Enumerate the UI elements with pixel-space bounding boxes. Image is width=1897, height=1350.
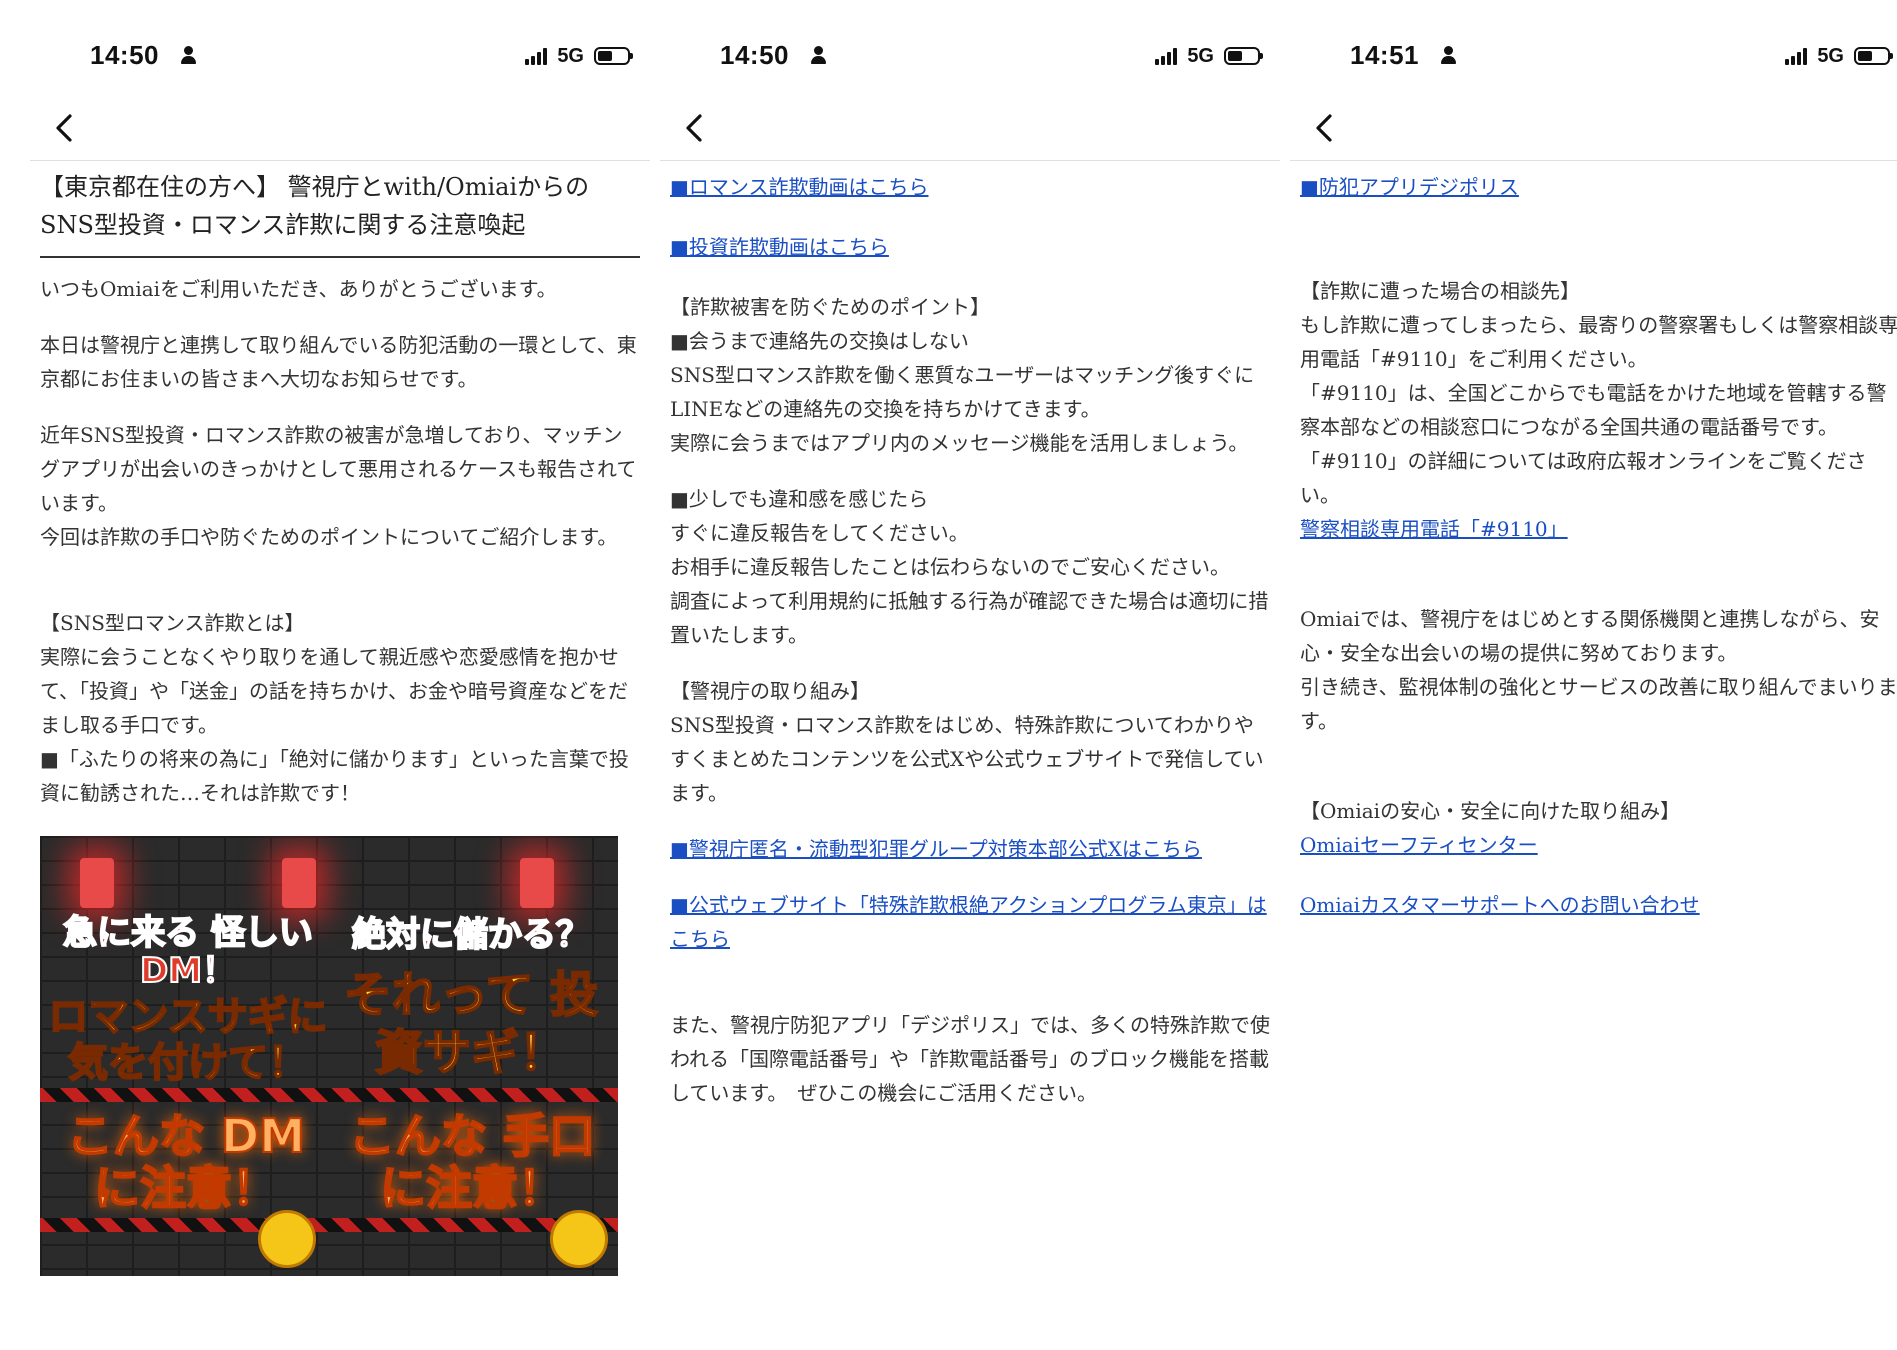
status-time: 14:51 [1350, 40, 1419, 70]
section-heading-police: 【警視庁の取り組み】 [670, 679, 870, 703]
intro-text: 本日は警視庁と連携して取り組んでいる防犯活動の一環として、東京都にお住まいの皆さ… [40, 333, 637, 391]
signal-icon [1155, 47, 1178, 65]
consult-text-2: 「#9110」は、全国どこからでも電話をかけた地域を管轄する警察本部などの相談窓… [1300, 381, 1887, 439]
person-icon [180, 46, 196, 66]
person-icon [1440, 46, 1456, 66]
article-body: ■防犯アプリデジポリス 【詐欺に遭った場合の相談先】 もし詐欺に遭ってしまったら… [1300, 170, 1897, 922]
header-divider [660, 160, 1280, 161]
section-heading-points: 【詐欺被害を防ぐためのポイント】 [670, 295, 990, 319]
banner-text-right-bottom: こんな 手口に注意！ [348, 1109, 596, 1215]
status-bar: 14:51 5G [1350, 40, 1893, 76]
point1-heading: ■会うまで連絡先の交換はしない [670, 329, 969, 353]
status-bar: 14:50 5G [720, 40, 1263, 76]
sns-warning: ■「ふたりの将来の為に」「絶対に儲かります」といった言葉で投資に勧誘された…それ… [40, 747, 629, 805]
section-heading-consult: 【詐欺に遭った場合の相談先】 [1300, 279, 1580, 303]
article-body: 【東京都在住の方へ】 警視庁とwith/Omiaiからの SNS型投資・ロマンス… [40, 168, 640, 1276]
chevron-left-icon [686, 114, 702, 142]
status-time: 14:50 [720, 40, 789, 70]
screenshot-panel-2: 14:50 5G ■ロマンス詐欺動画はこちら ■投資詐欺動画はこちら 【詐欺被害… [660, 0, 1280, 1350]
chevron-left-icon [1316, 114, 1332, 142]
header-divider [1290, 160, 1897, 161]
banner-text-left-top: 急に来る 怪しいDM！ [62, 913, 314, 991]
banner-text-left-bottom: こんな DMに注意！ [66, 1109, 306, 1215]
greeting-text: いつもOmiaiをご利用いただき、ありがとうございます。 [40, 277, 557, 301]
section-heading-sns: 【SNS型ロマンス詐欺とは】 [40, 611, 305, 635]
investment-video-link[interactable]: ■投資詐欺動画はこちら [670, 235, 889, 259]
status-time: 14:50 [90, 40, 159, 70]
chevron-left-icon [56, 114, 72, 142]
screenshot-panel-3: 14:51 5G ■防犯アプリデジポリス 【詐欺に遭った場合の相談先】 もし詐欺… [1290, 0, 1897, 1350]
point2-heading: ■少しでも違和感を感じたら [670, 487, 929, 511]
police-9110-link[interactable]: 警察相談専用電話「#9110」 [1300, 517, 1568, 541]
customer-support-link[interactable]: Omiaiカスタマーサポートへのお問い合わせ [1300, 893, 1700, 917]
police-website-link[interactable]: ■公式ウェブサイト「特殊詐欺根絶アクションプログラム東京」はこちら [670, 893, 1267, 951]
omiai-commitment-1: Omiaiでは、警視庁をはじめとする関係機関と連携しながら、安心・安全な出会いの… [1300, 607, 1880, 665]
point1-body-2: 実際に会うまではアプリ内のメッセージ機能を活用しましょう。 [670, 431, 1249, 455]
point2-body-2: お相手に違反報告したことは伝わらないのでご安心ください。 [670, 555, 1230, 579]
banner-text-left-mid: ロマンスサギに 気を付けて！ [47, 993, 328, 1087]
point2-body-3: 調査によって利用規約に抵触する行為が確認できた場合は適切に措置いたします。 [670, 589, 1269, 647]
network-label: 5G [1817, 44, 1844, 67]
consult-text-1: もし詐欺に遭ってしまったら、最寄りの警察署もしくは警察相談専用電話「#9110」… [1300, 313, 1897, 371]
point1-body: SNS型ロマンス詐欺を働く悪質なユーザーはマッチング後すぐにLINEなどの連絡先… [670, 363, 1255, 421]
back-button[interactable] [50, 110, 80, 146]
safety-center-link[interactable]: Omiaiセーフティセンター [1300, 833, 1538, 857]
sns-description: 実際に会うことなくやり取りを通して親近感や恋愛感情を抱かせて、「投資」や「送金」… [40, 645, 628, 737]
omiai-commitment-2: 引き続き、監視体制の強化とサービスの改善に取り組んでまいります。 [1300, 675, 1897, 733]
signal-icon [525, 47, 548, 65]
romance-video-link[interactable]: ■ロマンス詐欺動画はこちら [670, 175, 929, 199]
police-body: SNS型投資・ロマンス詐欺をはじめ、特殊詐欺についてわかりやすくまとめたコンテン… [670, 713, 1264, 805]
purpose-text: 今回は詐欺の手口や防ぐためのポイントについてご紹介します。 [40, 525, 618, 549]
person-icon [810, 46, 826, 66]
network-label: 5G [1187, 44, 1214, 67]
mascot-image [550, 1210, 608, 1268]
trend-text: 近年SNS型投資・ロマンス詐欺の被害が急増しており、マッチングアプリが出会いのき… [40, 423, 637, 515]
mascot-image [258, 1210, 316, 1268]
banner-text-right-top: 絶対に儲かる？ [351, 915, 591, 955]
network-label: 5G [557, 44, 584, 67]
point2-body-1: すぐに違反報告をしてください。 [670, 521, 969, 545]
digipolice-app-link[interactable]: ■防犯アプリデジポリス [1300, 175, 1519, 199]
battery-icon [594, 47, 633, 65]
digipolice-app-text: また、警視庁防犯アプリ「デジポリス」では、多くの特殊詐欺で使われる「国際電話番号… [670, 1013, 1270, 1105]
warning-banner-image: 急に来る 怪しいDM！ ロマンスサギに 気を付けて！ 絶対に儲かる？ それって … [40, 836, 618, 1276]
header-divider [30, 160, 650, 161]
status-bar: 14:50 5G [90, 40, 633, 76]
back-button[interactable] [1310, 110, 1340, 146]
battery-icon [1224, 47, 1263, 65]
section-heading-safety: 【Omiaiの安心・安全に向けた取り組み】 [1300, 799, 1681, 823]
police-x-link[interactable]: ■警視庁匿名・流動型犯罪グループ対策本部公式Xはこちら [670, 837, 1202, 861]
back-button[interactable] [680, 110, 710, 146]
consult-text-3: 「#9110」の詳細については政府広報オンラインをご覧ください。 [1300, 449, 1867, 507]
screenshot-panel-1: 14:50 5G 【東京都在住の方へ】 警視庁とwith/Omiaiからの SN… [30, 0, 650, 1350]
article-body: ■ロマンス詐欺動画はこちら ■投資詐欺動画はこちら 【詐欺被害を防ぐためのポイン… [670, 170, 1270, 1110]
battery-icon [1854, 47, 1893, 65]
signal-icon [1785, 47, 1808, 65]
article-title: 【東京都在住の方へ】 警視庁とwith/Omiaiからの SNS型投資・ロマンス… [40, 168, 640, 258]
banner-text-right-mid: それって 投資サギ！ [343, 966, 599, 1082]
